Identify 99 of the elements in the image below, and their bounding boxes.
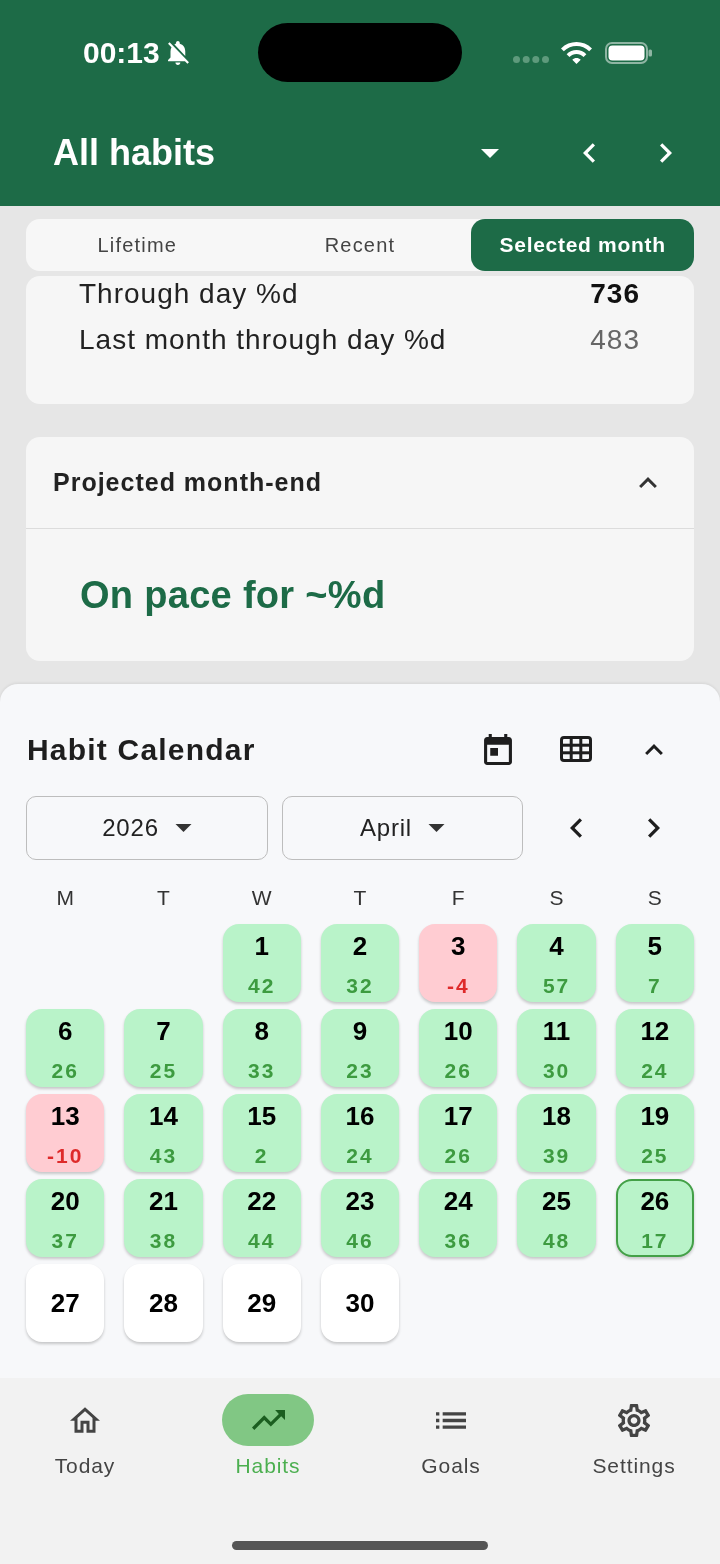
bell-off-icon [167,40,189,65]
cellular-signal-icon [513,56,549,63]
calendar-day[interactable]: 22 44 [222,1179,301,1257]
calendar-day[interactable]: 9 23 [320,1009,400,1087]
day-score: 39 [542,1144,571,1168]
weekday-label: S [647,885,662,911]
calendar-day[interactable]: 30 [320,1264,400,1342]
calendar-day[interactable]: 11 30 [517,1009,596,1087]
day-score: 32 [346,974,374,998]
day-score: 44 [248,1229,276,1253]
stat-label: Through day %d [79,278,299,310]
day-score: 57 [542,974,571,998]
tab[interactable]: Recent [248,219,472,271]
day-score: 25 [641,1144,669,1168]
chevron-up-icon[interactable] [645,743,663,755]
section-title: Projected month-end [53,466,323,498]
day-score: 23 [346,1059,374,1083]
calendar-day[interactable]: 1 42 [222,924,301,1002]
day-score: 42 [248,974,276,998]
calendar-day[interactable]: 3 -4 [419,924,498,1002]
calendar-icon[interactable] [484,733,512,765]
weekday-label: T [157,885,170,911]
day-score: 7 [648,974,662,998]
day-score: 17 [641,1229,669,1253]
weekday-label: T [353,885,367,911]
settings-icon [618,1403,650,1437]
day-score: 2 [254,1144,269,1168]
calendar-day[interactable]: 2 32 [320,924,400,1002]
chevron-left-icon[interactable] [583,143,595,163]
chevron-left-icon[interactable] [570,818,582,838]
calendar-day[interactable]: 17 26 [419,1094,498,1172]
screen-title: All habits [53,132,217,174]
month-dropdown[interactable]: April [282,796,523,860]
grid-icon[interactable] [560,736,592,762]
weekday-label: M [56,885,74,911]
day-score: -10 [46,1144,84,1168]
day-score: 26 [51,1059,79,1083]
calendar-day[interactable]: 19 25 [615,1094,694,1172]
calendar-title: Habit Calendar [27,731,257,768]
calendar-day[interactable]: 6 26 [26,1009,105,1087]
day-score: 30 [542,1059,571,1083]
caret-icon [428,824,445,832]
stat-value: 483 [590,324,640,356]
status-time: 00:13 [83,37,160,68]
calendar-day[interactable]: 27 [26,1264,105,1342]
year-dropdown[interactable]: 2026 [26,796,268,860]
calendar-day[interactable]: 29 [222,1264,301,1342]
nav-item[interactable]: Settings [588,1394,680,1479]
calendar-day[interactable]: 8 33 [222,1009,301,1087]
calendar-day[interactable]: 24 36 [419,1179,498,1257]
day-score: 33 [248,1059,276,1083]
chevron-right-icon[interactable] [660,143,672,163]
day-score: 24 [641,1059,669,1083]
home-icon [70,1407,100,1433]
calendar-day[interactable]: 16 24 [320,1094,400,1172]
stat-label: Last month through day %d [79,324,447,356]
calendar-day[interactable]: 18 39 [517,1094,596,1172]
wifi-icon [561,41,592,64]
chevron-up-icon[interactable] [639,477,657,488]
calendar-day[interactable]: 12 24 [615,1009,694,1087]
day-score: 46 [346,1229,374,1253]
day-score: 26 [444,1144,472,1168]
projection-text: On pace for ~%d [80,573,386,618]
chevron-right-icon[interactable] [648,818,660,838]
day-score: 43 [149,1144,178,1168]
calendar-day[interactable]: 5 7 [615,924,694,1002]
weekday-label: W [251,885,272,911]
nav-item[interactable]: Today [39,1394,131,1479]
calendar-day[interactable]: 28 [124,1264,203,1342]
calendar-day[interactable]: 13 -10 [26,1094,105,1172]
calendar-day[interactable]: 26 17 [615,1179,694,1257]
caret-icon [174,824,192,832]
day-score: 37 [51,1229,79,1253]
day-score: 48 [542,1229,571,1253]
weekday-label: S [549,885,564,911]
calendar-day[interactable]: 25 48 [517,1179,596,1257]
tab[interactable]: Lifetime [26,219,249,271]
day-score: 24 [346,1144,374,1168]
battery-icon [605,41,652,64]
nav-item[interactable]: Goals [405,1394,497,1479]
trending-up-icon [251,1410,285,1430]
calendar-day[interactable]: 14 43 [124,1094,203,1172]
calendar-day[interactable]: 10 26 [419,1009,498,1087]
day-score: 36 [444,1229,472,1253]
calendar-day[interactable]: 20 37 [26,1179,105,1257]
calendar-day[interactable]: 7 25 [124,1009,203,1087]
weekday-label: F [451,885,465,911]
calendar-day[interactable]: 15 2 [222,1094,301,1172]
day-score: 25 [149,1059,178,1083]
day-score: -4 [446,974,470,998]
list-icon [436,1411,466,1429]
tab[interactable]: Selected month [471,219,694,271]
calendar-day[interactable]: 4 57 [517,924,596,1002]
stat-value: 736 [590,278,640,310]
day-score: 26 [444,1059,472,1083]
day-score: 38 [149,1229,178,1253]
dropdown-arrow-icon[interactable] [481,148,499,158]
calendar-day[interactable]: 23 46 [320,1179,400,1257]
calendar-day[interactable]: 21 38 [124,1179,203,1257]
